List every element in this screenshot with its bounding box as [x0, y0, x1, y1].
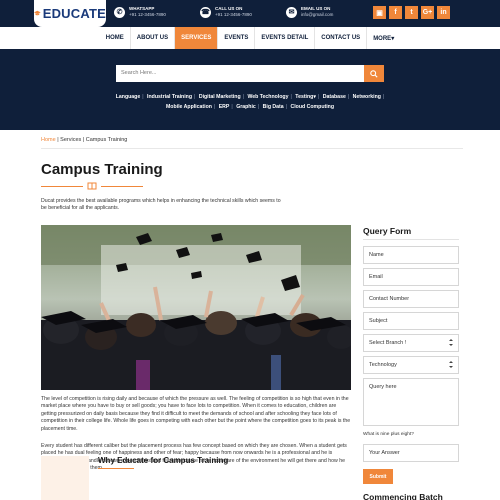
category-link[interactable]: Digital Marketing: [198, 94, 242, 100]
search-bar: Search Here...: [116, 65, 384, 82]
linkedin-icon[interactable]: in: [437, 6, 450, 19]
query-placeholder: Query here: [369, 384, 397, 390]
graduation-cap-icon: [34, 10, 41, 16]
email-field[interactable]: Email: [363, 268, 459, 286]
email-contact[interactable]: ✉ EMAIL US ON info@gmail.com: [286, 6, 333, 18]
category-link[interactable]: Cloud Computing: [289, 104, 335, 110]
google-plus-icon[interactable]: G+: [421, 6, 434, 19]
category-link[interactable]: Testing▾: [294, 94, 317, 100]
search-icon: [370, 69, 378, 78]
category-link[interactable]: Networking: [352, 94, 382, 100]
breadcrumb: Home | Services | Campus Training: [41, 137, 127, 143]
course-select[interactable]: Technology: [363, 356, 459, 374]
category-links-row-1: Language | Industrial Training | Digital M…: [115, 94, 385, 100]
graduation-photo: [41, 225, 351, 390]
nav-events[interactable]: EVENTS: [217, 27, 254, 49]
answer-placeholder: Your Answer: [369, 450, 400, 456]
social-links: ▣ f t G+ in: [373, 6, 450, 19]
intro-text: Ducat provides the best available progra…: [41, 198, 281, 211]
book-icon: [87, 182, 97, 190]
nav-more-dropdown[interactable]: MORE▾: [366, 27, 400, 49]
twitter-icon[interactable]: t: [405, 6, 418, 19]
captcha-question: What is nine plus eight?: [363, 432, 414, 437]
body-paragraph: The level of competition is rising daily…: [41, 396, 351, 432]
category-link[interactable]: ERP: [218, 104, 231, 110]
category-link[interactable]: Database: [322, 94, 347, 100]
category-link[interactable]: Mobile Application: [165, 104, 213, 110]
breadcrumb-services[interactable]: Services: [60, 137, 81, 143]
phone-contact[interactable]: ☎ CALL US ON +91 12-3456-7890: [200, 6, 252, 18]
contact-placeholder: Contact Number: [369, 296, 410, 302]
email-placeholder: Email: [369, 274, 383, 280]
phone-icon: ☎: [200, 6, 211, 18]
contact-number-field[interactable]: Contact Number: [363, 290, 459, 308]
branch-select[interactable]: Select Branch !: [363, 334, 459, 352]
query-form-title: Query Form: [363, 226, 412, 236]
name-placeholder: Name: [369, 252, 384, 258]
top-bar: EDUCATE ✆ WHATSAPP +91 12-3456-7890 ☎ CA…: [0, 0, 500, 27]
category-links-row-2: Mobile Application | ERP | Graphic | Big Da…: [165, 104, 335, 110]
whatsapp-icon: ✆: [114, 6, 125, 18]
submit-button[interactable]: Submit: [363, 469, 393, 484]
subject-placeholder: Subject: [369, 318, 388, 324]
answer-field[interactable]: Your Answer: [363, 444, 459, 462]
page-title: Campus Training: [41, 161, 163, 178]
search-input[interactable]: Search Here...: [121, 70, 156, 76]
contact-value: +91 12-3456-7890: [215, 12, 252, 17]
contact-value: info@gmail.com: [301, 12, 334, 17]
why-image-box: [41, 456, 89, 500]
breadcrumb-home[interactable]: Home: [41, 137, 56, 143]
nav-about-us[interactable]: ABOUT US: [129, 27, 174, 49]
heading-underline: [98, 468, 134, 469]
facebook-icon[interactable]: f: [389, 6, 402, 19]
category-link[interactable]: Industrial Training: [146, 94, 193, 100]
nav-services[interactable]: SERVICES: [174, 27, 218, 49]
category-link[interactable]: Graphic: [235, 104, 257, 110]
mail-icon: ✉: [286, 6, 297, 18]
search-button[interactable]: [364, 65, 384, 82]
whatsapp-contact[interactable]: ✆ WHATSAPP +91 12-3456-7890: [114, 6, 166, 18]
chevron-down-icon: [449, 344, 453, 346]
contact-value: +91 12-3456-7890: [129, 12, 166, 17]
logo[interactable]: EDUCATE: [34, 0, 106, 27]
section-heading: Why Educate for Campus Training: [98, 456, 229, 465]
rss-icon[interactable]: ▣: [373, 6, 386, 19]
nav-events-detail[interactable]: EVENTS DETAIL: [254, 27, 314, 49]
chevron-up-icon: [449, 339, 453, 341]
logo-text: EDUCATE: [42, 6, 106, 21]
subject-field[interactable]: Subject: [363, 312, 459, 330]
divider: [41, 148, 463, 149]
nav-contact-us[interactable]: CONTACT US: [314, 27, 366, 49]
title-decoration: [41, 182, 151, 190]
divider: [363, 239, 459, 240]
hero-band: Search Here... Language | Industrial Trai…: [0, 49, 500, 130]
main-nav: HOME ABOUT US SERVICES EVENTS EVENTS DET…: [0, 27, 500, 49]
chevron-down-icon: [449, 366, 453, 368]
commencing-batch-title: Commencing Batch: [363, 492, 443, 500]
breadcrumb-current: Campus Training: [85, 137, 128, 143]
query-textarea[interactable]: Query here: [363, 378, 459, 426]
course-select-value: Technology: [369, 362, 397, 368]
category-link[interactable]: Big Data: [262, 104, 285, 110]
nav-home[interactable]: HOME: [100, 27, 130, 49]
category-link[interactable]: Web Technology: [246, 94, 289, 100]
branch-select-value: Select Branch !: [369, 340, 407, 346]
category-link[interactable]: Language: [115, 94, 142, 100]
chevron-up-icon: [449, 361, 453, 363]
name-field[interactable]: Name: [363, 246, 459, 264]
